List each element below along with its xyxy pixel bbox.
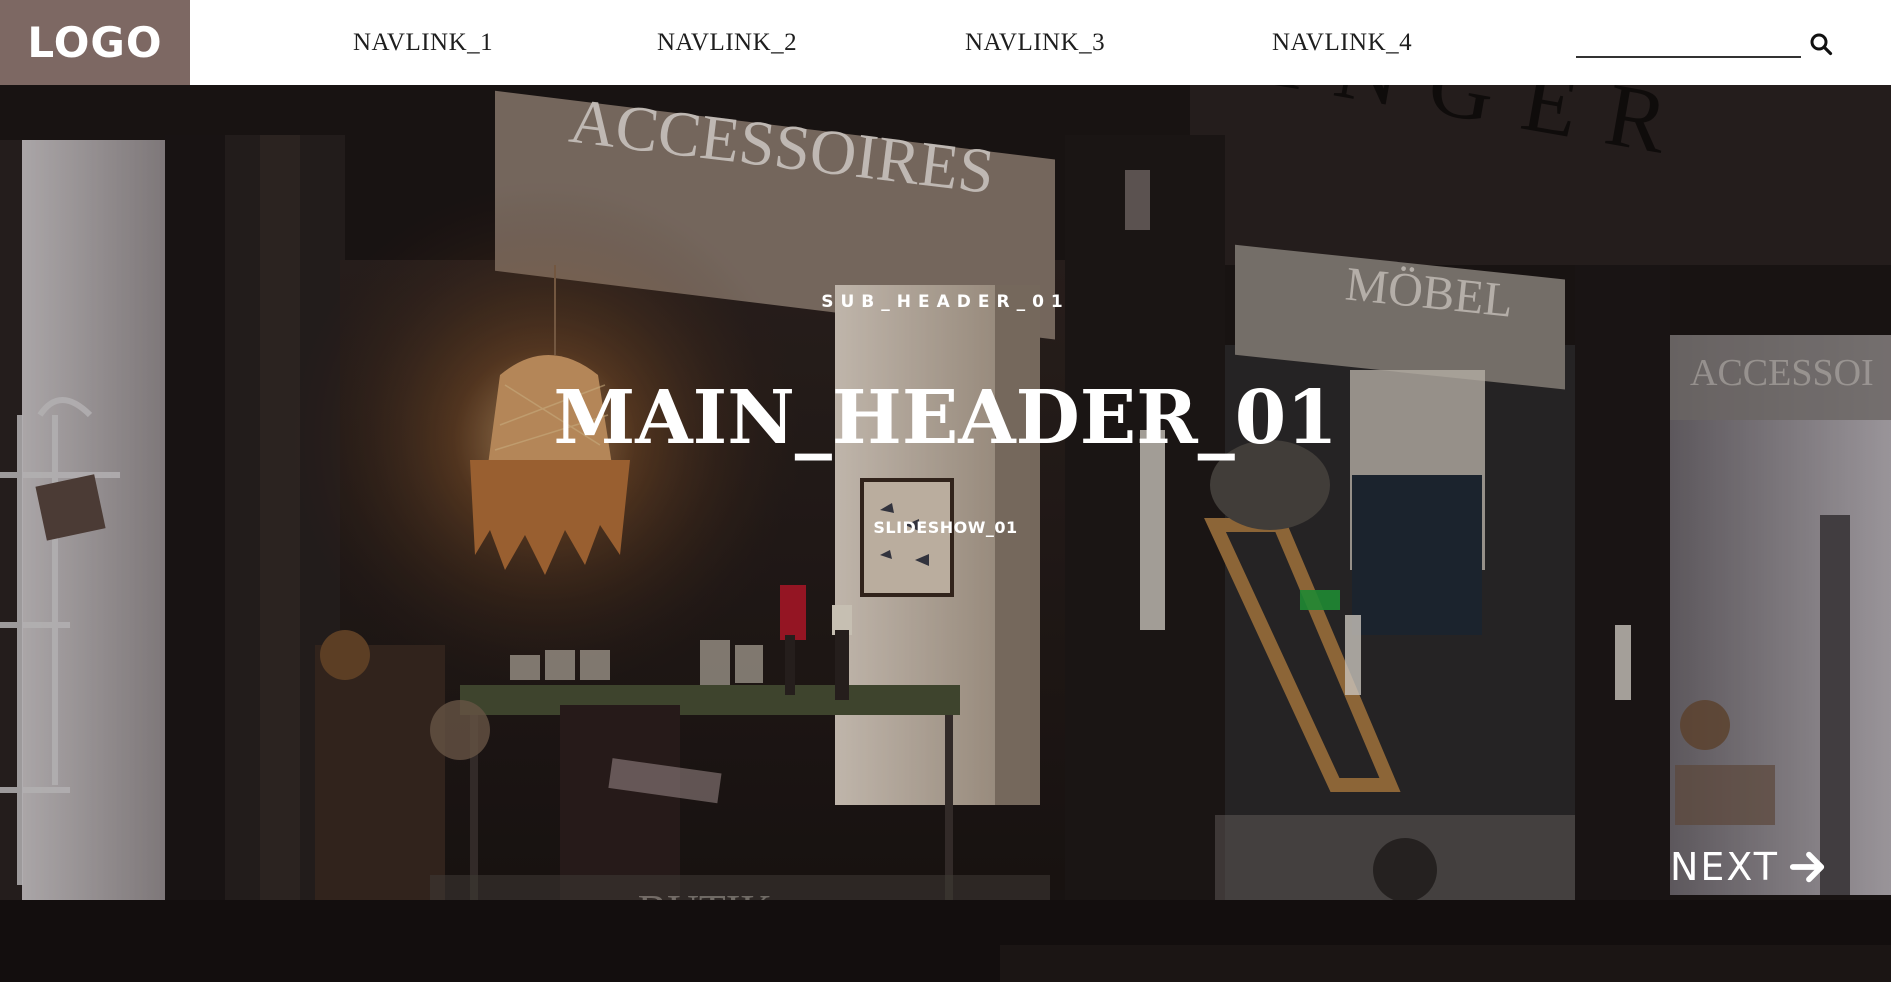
search-input[interactable] [1576,28,1801,58]
next-slide-button[interactable]: NEXT [1670,842,1827,892]
nav-link-3[interactable]: NAVLINK_3 [965,0,1105,85]
search-box [1576,24,1833,60]
top-navigation-bar: LOGO NAVLINK_1 NAVLINK_2 NAVLINK_3 NAVLI… [0,0,1891,85]
slideshow-label: SLIDESHOW_01 [873,518,1018,537]
next-label: NEXT [1670,845,1780,889]
nav-link-2[interactable]: NAVLINK_2 [657,0,797,85]
sub-header: SUB_HEADER_01 [821,292,1070,312]
hero-slideshow: ACCESSOIRES INGER MÖBEL ACCESSOI SUB_HEA… [0,85,1891,982]
arrow-right-icon [1789,851,1825,883]
logo[interactable]: LOGO [0,0,190,85]
search-icon[interactable] [1809,32,1833,56]
nav-link-1[interactable]: NAVLINK_1 [353,0,493,85]
main-header: MAIN_HEADER_01 [553,375,1338,461]
nav-link-4[interactable]: NAVLINK_4 [1272,0,1412,85]
